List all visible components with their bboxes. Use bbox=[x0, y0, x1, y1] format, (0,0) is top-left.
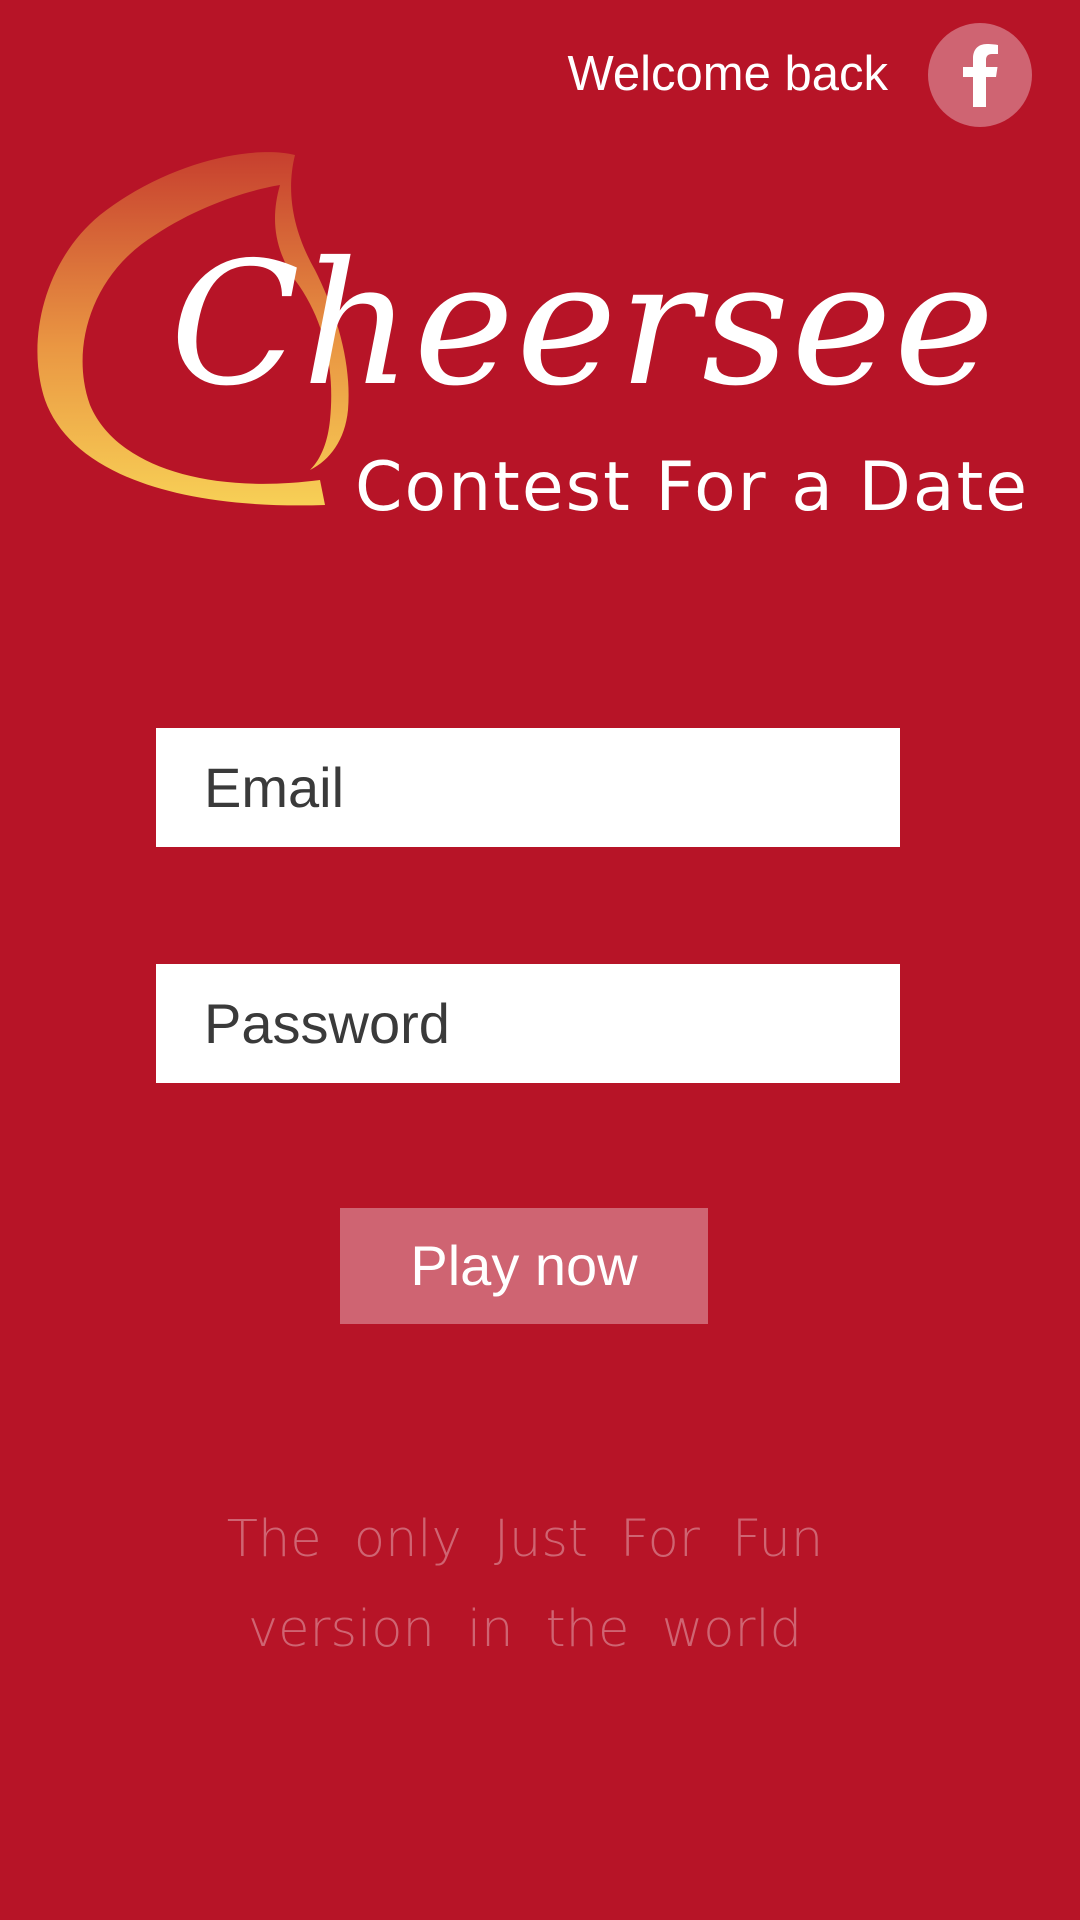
footer-slogan-line-1: The only Just For Fun bbox=[226, 1510, 824, 1569]
facebook-f-icon bbox=[963, 44, 998, 107]
footer-slogan: The only Just For Fun version in the wor… bbox=[0, 1495, 1050, 1675]
cheersee-logo-wordmark: Cheersee bbox=[170, 226, 997, 424]
welcome-back-text: Welcome back bbox=[567, 47, 888, 101]
facebook-login-button[interactable] bbox=[928, 23, 1032, 127]
password-field[interactable] bbox=[156, 964, 900, 1083]
email-field[interactable] bbox=[156, 728, 900, 847]
tagline: Contest For a Date bbox=[355, 448, 1030, 527]
play-now-button[interactable]: Play now bbox=[340, 1208, 708, 1324]
footer-slogan-line-2: version in the world bbox=[247, 1600, 803, 1659]
